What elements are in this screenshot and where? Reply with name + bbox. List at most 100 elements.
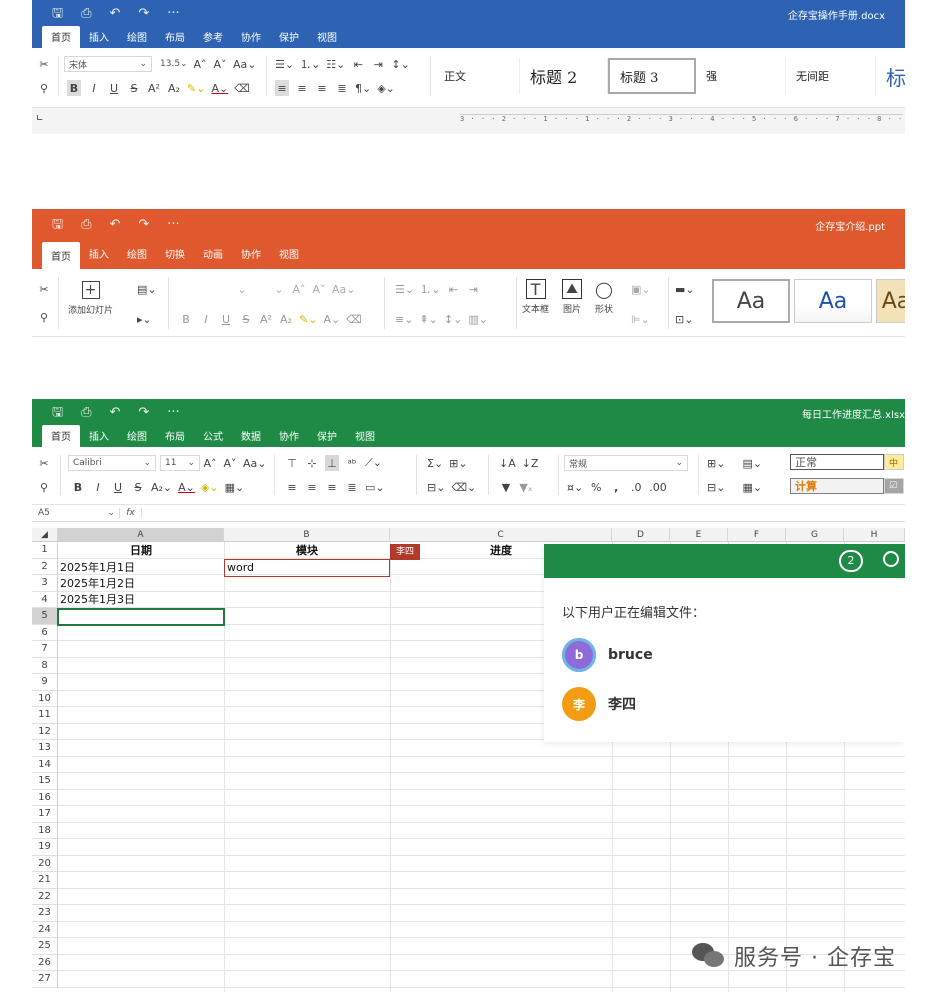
style-neutral[interactable]: 中 [884, 454, 904, 470]
save-icon[interactable]: 🖫 [52, 406, 63, 419]
line-spacing-icon[interactable]: ↕⌄ [444, 311, 462, 327]
tab-insert[interactable]: 插入 [80, 425, 118, 447]
name-box[interactable]: A5 ⌄ [32, 508, 120, 518]
arrange-icon[interactable]: ▣⌄ [631, 281, 651, 297]
cell-a3[interactable]: 2025年1月2日 [60, 576, 135, 592]
shape-button[interactable]: ◯ 形状 [594, 279, 614, 316]
align-right-icon[interactable]: ≡ [315, 80, 329, 96]
tab-home[interactable]: 首页 [42, 242, 80, 270]
print-icon[interactable]: ⎙ [81, 406, 91, 419]
tab-draw[interactable]: 绘图 [118, 425, 156, 447]
theme-color[interactable]: Aa [794, 279, 872, 323]
tab-draw[interactable]: 绘图 [118, 26, 156, 48]
bold-icon[interactable]: B [179, 311, 193, 327]
row-header[interactable]: 11 [32, 707, 58, 724]
underline-icon[interactable]: U [111, 479, 125, 495]
decrease-indent-icon[interactable]: ⇤ [446, 281, 460, 297]
search-icon[interactable] [883, 551, 899, 567]
filter-icon[interactable]: ▼ [499, 479, 513, 495]
row-header[interactable]: 3 [32, 575, 58, 592]
bullet-list-icon[interactable]: ☰⌄ [395, 281, 414, 297]
tab-layout[interactable]: 布局 [156, 425, 194, 447]
tab-layout[interactable]: 布局 [156, 26, 194, 48]
add-slide-button[interactable]: + 添加幻灯片 [68, 281, 113, 316]
more-icon[interactable]: ··· [167, 218, 179, 231]
sort-asc-icon[interactable]: ↓A [499, 455, 516, 471]
row-header[interactable]: 24 [32, 921, 58, 938]
fx-icon[interactable]: fx [120, 508, 142, 518]
clear-filter-icon[interactable]: ▼ₓ [519, 479, 533, 495]
align-bottom-icon[interactable]: ⊥ [325, 455, 339, 471]
style-heading-2[interactable]: 标题 2 [520, 58, 608, 94]
delete-row-icon[interactable]: ⊟⌄ [707, 479, 725, 495]
sort-desc-icon[interactable]: ↓Z [522, 455, 539, 471]
format-painter-icon[interactable]: ⚲ [37, 309, 51, 325]
numbered-list-icon[interactable]: ⒈⌄ [300, 56, 320, 72]
tab-formulas[interactable]: 公式 [194, 425, 232, 447]
collaborator-count-badge[interactable]: 2 [839, 550, 863, 572]
strikethrough-icon[interactable]: S [131, 479, 145, 495]
decrease-decimal-icon[interactable]: .00 [649, 479, 667, 495]
grow-font-icon[interactable]: A˄ [292, 281, 306, 297]
shrink-font-icon[interactable]: A˅ [213, 56, 227, 72]
align-right-icon[interactable]: ≡ [325, 479, 339, 495]
orientation-icon[interactable]: ⟋⌄ [365, 455, 382, 471]
row-header[interactable]: 26 [32, 954, 58, 971]
style-normal[interactable]: 正常 [790, 454, 884, 470]
format-painter-icon[interactable]: ⚲ [37, 80, 51, 96]
tab-collaborate[interactable]: 协作 [270, 425, 308, 447]
row-header[interactable]: 1 [32, 542, 58, 559]
layout-icon[interactable]: ▤⌄ [137, 281, 157, 297]
column-header-f[interactable]: F [728, 528, 786, 542]
font-name-select[interactable]: Calibri ⌄ [68, 455, 156, 471]
font-color-icon[interactable]: A⌄ [178, 479, 195, 495]
undo-icon[interactable]: ↶ [109, 406, 120, 419]
align-left-icon[interactable]: ≡⌄ [395, 311, 413, 327]
tab-insert[interactable]: 插入 [80, 243, 118, 265]
shrink-font-icon[interactable]: A˅ [223, 455, 237, 471]
justify-icon[interactable]: ≣ [345, 479, 359, 495]
align-left-icon[interactable]: ≡ [285, 479, 299, 495]
row-header[interactable]: 12 [32, 723, 58, 740]
bold-icon[interactable]: B [71, 479, 85, 495]
cut-icon[interactable]: ✂ [37, 281, 51, 297]
row-header[interactable]: 16 [32, 789, 58, 806]
font-name-dropdown-icon[interactable]: ⌄ [235, 281, 249, 297]
row-header[interactable]: 13 [32, 740, 58, 757]
subscript-icon[interactable]: A₂ [279, 311, 293, 327]
row-header[interactable]: 27 [32, 971, 58, 988]
tab-home[interactable]: 首页 [42, 425, 80, 447]
percent-icon[interactable]: % [589, 479, 603, 495]
row-header[interactable]: 21 [32, 872, 58, 889]
shrink-font-icon[interactable]: A˅ [312, 281, 326, 297]
tab-view[interactable]: 视图 [346, 425, 384, 447]
increase-decimal-icon[interactable]: .0 [629, 479, 643, 495]
align-center-icon[interactable]: ≡ [295, 80, 309, 96]
paragraph-mark-icon[interactable]: ¶⌄ [355, 80, 371, 96]
undo-icon[interactable]: ↶ [109, 218, 120, 231]
style-strong[interactable]: 强 [696, 58, 786, 94]
currency-icon[interactable]: ¤⌄ [567, 479, 583, 495]
row-header[interactable]: 14 [32, 756, 58, 773]
decrease-indent-icon[interactable]: ⇤ [351, 56, 365, 72]
font-size-dropdown-icon[interactable]: ⌄ [272, 281, 286, 297]
fill-icon[interactable]: ⊞⌄ [449, 455, 467, 471]
row-header[interactable]: 18 [32, 822, 58, 839]
autosum-icon[interactable]: Σ⌄ [427, 455, 443, 471]
italic-icon[interactable]: I [87, 80, 101, 96]
row-header[interactable]: 8 [32, 657, 58, 674]
grow-font-icon[interactable]: A˄ [203, 455, 217, 471]
tab-collaborate[interactable]: 协作 [232, 26, 270, 48]
align-center-icon[interactable]: ≡ [305, 479, 319, 495]
multilevel-list-icon[interactable]: ☷⌄ [326, 56, 345, 72]
column-header-b[interactable]: B [224, 528, 390, 542]
slide-size-icon[interactable]: ▬⌄ [675, 281, 695, 297]
column-header-h[interactable]: H [844, 528, 905, 542]
redo-icon[interactable]: ↷ [138, 7, 149, 20]
style-check-cell-icon[interactable]: ☑ [884, 478, 904, 494]
more-icon[interactable]: ··· [167, 406, 179, 419]
tab-home[interactable]: 首页 [42, 26, 80, 48]
undo-icon[interactable]: ↶ [109, 7, 120, 20]
tab-transitions[interactable]: 切换 [156, 243, 194, 265]
row-header[interactable]: 15 [32, 773, 58, 790]
